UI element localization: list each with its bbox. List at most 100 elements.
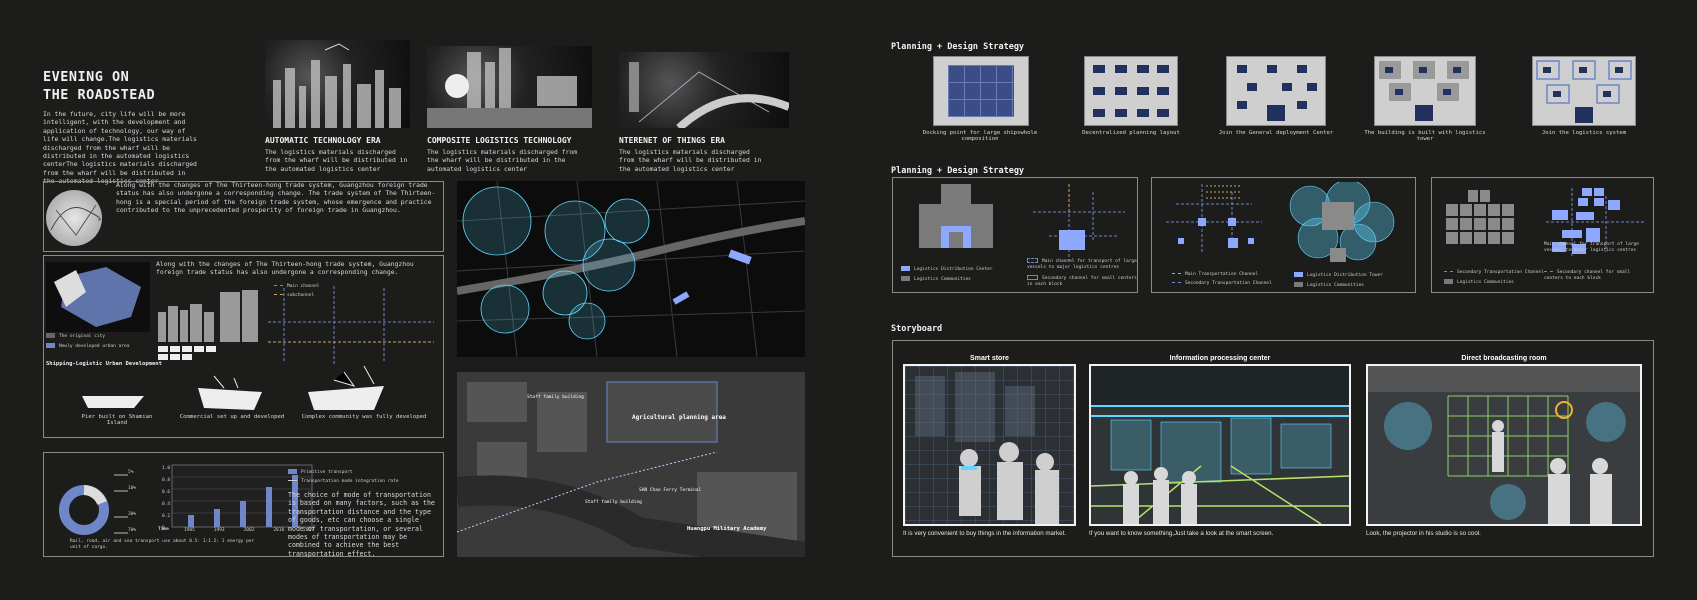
legend-label: The original city (59, 334, 106, 339)
city-map-image (46, 262, 150, 332)
era-automatic: AUTOMATIC TECHNOLOGY ERA The logistics m… (265, 136, 410, 173)
internet-of-things-image (619, 52, 789, 128)
strategy-panel-1: Logistics Distribution Center Logistics … (892, 177, 1138, 293)
era-composite: COMPOSITE LOGISTICS TECHNOLOGY The logis… (427, 136, 592, 173)
legend-label: subchannel (287, 293, 315, 298)
legend-item: Primitive transport (288, 469, 399, 476)
scene-caption: Look, the projector in his studio is so … (1366, 530, 1481, 537)
legend-item: Logistics Distribution Tower (1294, 272, 1383, 279)
distribution-tower-diagram (1289, 182, 1395, 262)
legend-item: Secondary channel for small centers to e… (1544, 270, 1631, 281)
era-iot: NTERENET OF THINGS ERA The logistics mat… (619, 136, 769, 173)
legend-item: Main channel (274, 284, 320, 290)
panel2-legend-b: Logistics Distribution Tower Logistics C… (1294, 272, 1383, 289)
legend-item: Main Transportation Channel (1172, 272, 1272, 278)
urban-text: Along with the changes of The Thirteen-h… (156, 260, 414, 277)
era-title: COMPOSITE LOGISTICS TECHNOLOGY (427, 136, 572, 145)
scene-title: Smart store (970, 355, 1009, 362)
x-axis-label: Time (158, 527, 169, 532)
map-label: Staff family building (585, 500, 642, 505)
transport-channel-diagram (1166, 184, 1262, 252)
legend-item: Secondary Transportation Channel (1172, 281, 1272, 287)
map-label: Huangpu Military Academy (687, 526, 767, 532)
urban-development-panel: Along with the changes of The Thirteen-h… (43, 255, 444, 438)
era-text: The logistics materials discharged from … (427, 148, 578, 173)
development-stages (82, 366, 384, 410)
legend-item: Logistics Communities (1294, 282, 1383, 289)
legend-item: Transportation mode integration rate (288, 479, 399, 485)
scene-title: Direct broadcasting room (1461, 355, 1547, 362)
board-title: EVENING ON THE ROADSTEAD (43, 68, 155, 104)
intro-text: In the future, city life will be more in… (43, 110, 197, 186)
urban-legend: The original city Newly developed urban … (46, 333, 129, 350)
information-center-image (1089, 364, 1351, 526)
legend-item: Main channel for transport of large vess… (1027, 258, 1137, 270)
era-text: The logistics materials discharged from … (619, 148, 762, 173)
map-label: SAN Chao Ferry Terminal (639, 488, 702, 493)
channel-legend: Main channel subchannel (274, 284, 320, 299)
donut-label: 70% (128, 528, 137, 533)
stage-caption: Complex community was fully developed (301, 414, 427, 420)
map-circle-image (46, 190, 102, 246)
distribution-center-diagram (919, 184, 993, 248)
strategy-diagram-4 (1374, 56, 1476, 126)
strategy-panel-3: Secondary Transportation Channel Logisti… (1431, 177, 1654, 293)
transport-text: The choice of mode of transportation is … (288, 491, 435, 558)
broadcasting-room-image (1366, 364, 1642, 526)
legend-label: Newly developed urban area (59, 344, 130, 349)
stage-caption: Commercial set up and developed (179, 414, 285, 420)
panel3-legend-b: Main channel for transport of large vess… (1544, 242, 1650, 282)
smart-store-image (903, 364, 1076, 526)
map-label: Staff family building (527, 395, 584, 400)
automatic-era-image (265, 40, 410, 128)
strategy-diagram-5 (1532, 56, 1636, 126)
legend-item: Main channel for transport of large vess… (1544, 242, 1639, 253)
map-label: Agricultural planning area (632, 414, 726, 421)
legend-item: Newly developed urban area (46, 343, 129, 350)
strategy-panel-2: Main Transportation Channel Secondary Tr… (1151, 177, 1416, 293)
strategy-diagram-2 (1084, 56, 1178, 126)
strategy-diagram-3 (1226, 56, 1326, 126)
panel3-legend: Secondary Transportation Channel Logisti… (1444, 270, 1544, 286)
satellite-map-image: Staff family building Agricultural plann… (457, 372, 805, 557)
communities-diagram (1446, 190, 1514, 244)
donut-label: 10% (128, 486, 137, 491)
legend-item: Logistics Communities (1444, 279, 1544, 286)
history-panel: Along with the changes of The Thirteen-h… (43, 181, 444, 252)
history-text: Along with the changes of The Thirteen-h… (116, 181, 436, 215)
era-title: AUTOMATIC TECHNOLOGY ERA (265, 136, 381, 145)
legend-item: The original city (46, 333, 129, 340)
strategy-caption: The building is built with logistics tow… (1364, 130, 1486, 142)
legend-item: Secondary channel for small centers in e… (1027, 275, 1137, 287)
legend-item: Logistics Distribution Center (901, 266, 993, 273)
axis-ticks: 1.0 0.8 0.6 0.4 0.2 0 (162, 466, 171, 531)
panel2-legend: Main Transportation Channel Secondary Tr… (1172, 272, 1272, 287)
strategy-caption: Decentralized planning layout (1082, 130, 1180, 136)
donut-caption: Rail, road, air and sea transport use ab… (70, 539, 255, 550)
legend-item: subchannel (274, 293, 320, 299)
strategy-diagram-1 (933, 56, 1029, 126)
transport-panel: 5% 10% 30% 70% Rail, road, air and sea t… (43, 452, 444, 558)
panel1-legend: Logistics Distribution Center Logistics … (901, 266, 993, 283)
strategy-caption: Docking point for large shipswhole compo… (922, 130, 1038, 142)
panel1-legend-b: Main channel for transport of large vess… (1027, 258, 1137, 288)
composite-logistics-image (427, 46, 592, 128)
scene-caption: If you want to know something,Just take … (1089, 530, 1274, 537)
donut-label: 30% (128, 512, 137, 517)
chart-legend: Primitive transport Transportation mode … (288, 469, 399, 485)
donut-label: 5% (128, 470, 134, 475)
scene-title: Information processing center (1169, 355, 1271, 362)
scene-caption: It is very convenient to buy things in t… (903, 530, 1067, 537)
legend-item: Secondary Transportation Channel (1444, 270, 1544, 276)
strategy-caption: Join the General deployment Center (1218, 130, 1334, 136)
channel-diagram (1033, 184, 1125, 260)
stage-caption: Pier built on Shamian Island (81, 414, 153, 426)
era-text: The logistics materials discharged from … (265, 148, 408, 173)
title-line-1: EVENING ON (43, 69, 130, 85)
network-map-image (457, 181, 805, 357)
legend-label: Main channel (287, 284, 320, 289)
legend-item: Logistics Communities (901, 276, 993, 283)
section-title-strategy-1: Planning + Design Strategy (891, 42, 1025, 52)
section-title-strategy-2: Planning + Design Strategy (891, 166, 1025, 176)
era-title: NTERENET OF THINGS ERA (619, 136, 725, 145)
